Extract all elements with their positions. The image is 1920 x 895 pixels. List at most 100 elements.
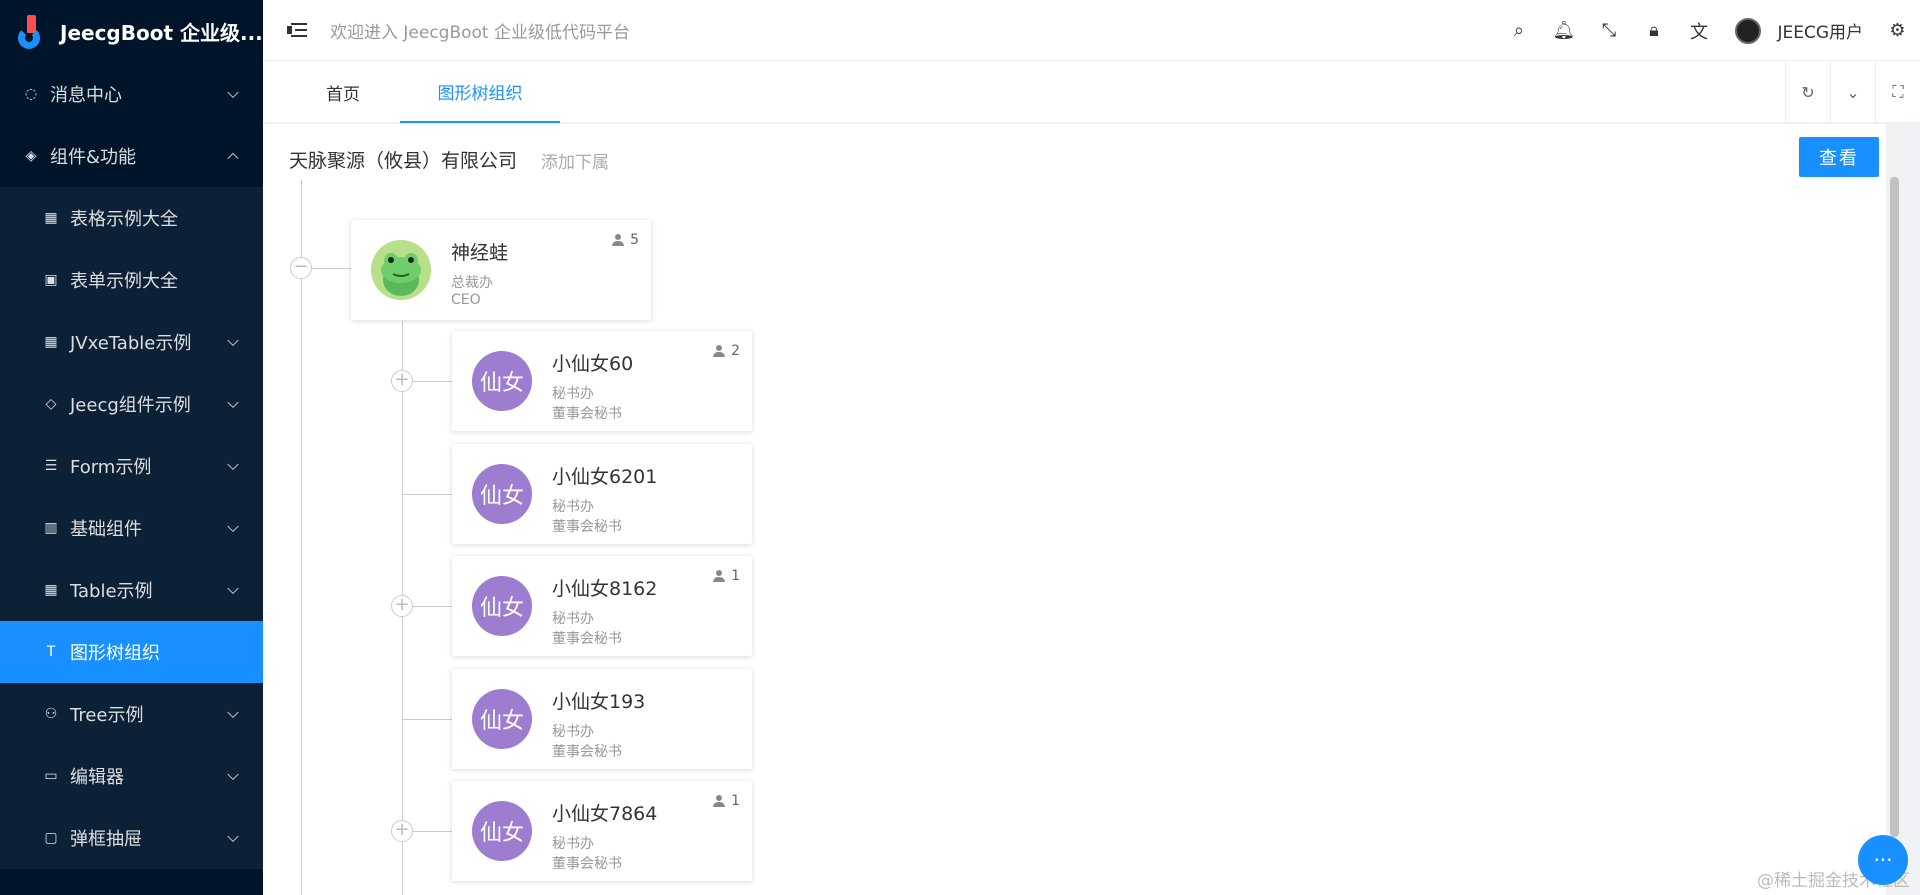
tree-line: [301, 180, 302, 895]
editor-icon: ▭: [44, 768, 58, 784]
avatar: 仙女: [472, 464, 532, 524]
chevron-down-icon[interactable]: ⌄: [1830, 61, 1875, 123]
table-icon: ▦: [44, 582, 58, 598]
expand-toggle[interactable]: +: [391, 820, 413, 842]
chat-icon[interactable]: ···: [1858, 835, 1908, 885]
sidebar-item-form-examples[interactable]: ▣ 表单示例大全: [0, 249, 263, 311]
tab-bar: 首页 图形树组织 ↻ ⌄ ⛶: [263, 61, 1920, 123]
add-subordinate-link[interactable]: 添加下属: [541, 148, 609, 173]
card-post: 董事会秘书: [552, 406, 622, 422]
reload-icon[interactable]: ↻: [1785, 61, 1830, 123]
chevron-down-icon: [227, 458, 239, 471]
chevron-down-icon: [227, 830, 239, 843]
sidebar-item-components[interactable]: ◈ 组件&功能: [0, 125, 263, 187]
fullscreen-icon[interactable]: ⤡: [1586, 0, 1631, 61]
lock-icon[interactable]: 🔒︎: [1631, 0, 1676, 61]
tree-icon: ⚇: [44, 706, 58, 722]
sidebar-item-tree-demo[interactable]: ⚇ Tree示例: [0, 683, 263, 745]
chevron-down-icon: [227, 582, 239, 595]
bell-icon[interactable]: 🔔︎: [1541, 0, 1586, 61]
scrollbar-thumb[interactable]: [1890, 177, 1899, 837]
chevron-down-icon: [227, 768, 239, 781]
card-dept: 秘书办: [552, 499, 594, 515]
logo[interactable]: JeecgBoot 企业级...: [0, 0, 263, 63]
user-icon: [713, 795, 726, 807]
chevron-down-icon: [227, 334, 239, 347]
gear-icon[interactable]: ⚙: [1875, 0, 1920, 61]
org-card[interactable]: 仙女 小仙女8162 秘书办 董事会秘书 1: [452, 556, 752, 656]
text-icon: T: [46, 644, 56, 660]
card-post: 董事会秘书: [552, 744, 622, 760]
user-icon: [612, 234, 625, 246]
card-dept: 总裁办: [451, 275, 493, 291]
org-card[interactable]: 仙女 小仙女7864 秘书办 董事会秘书 1: [452, 781, 752, 881]
user-icon: [713, 345, 726, 357]
expand-toggle[interactable]: +: [391, 370, 413, 392]
subordinate-count: 1: [713, 793, 740, 809]
chevron-down-icon: [227, 86, 239, 99]
expand-icon[interactable]: ⛶: [1875, 61, 1920, 123]
org-tree-panel: 天脉聚源（攸县）有限公司 添加下属 查看 − + + + 神经蛙 总裁办 CEO…: [263, 124, 1903, 895]
user-avatar[interactable]: [1735, 17, 1762, 44]
laptop-icon: ▢: [44, 830, 58, 846]
tab-tools: ↻ ⌄ ⛶: [1785, 61, 1920, 123]
subordinate-count: 1: [713, 568, 740, 584]
org-card[interactable]: 仙女 小仙女6201 秘书办 董事会秘书: [452, 444, 752, 544]
sidebar-item-label: 组件&功能: [50, 147, 137, 168]
sidebar-item-basic-components[interactable]: ▥ 基础组件: [0, 497, 263, 559]
card-name: 小仙女193: [552, 691, 646, 713]
columns-icon: ▥: [44, 520, 58, 536]
sidebar-item-editor[interactable]: ▭ 编辑器: [0, 745, 263, 807]
sidebar-item-jvxetable[interactable]: ▦ JVxeTable示例: [0, 311, 263, 373]
avatar: 仙女: [472, 351, 532, 411]
sidebar-item-label: 图形树组织: [70, 643, 160, 664]
card-name: 小仙女8162: [552, 578, 658, 600]
vertical-scrollbar[interactable]: [1886, 124, 1903, 895]
user-icon: [713, 570, 726, 582]
sidebar-item-label: Form示例: [70, 457, 152, 478]
org-card[interactable]: 仙女 小仙女60 秘书办 董事会秘书 2: [452, 331, 752, 431]
view-button[interactable]: 查看: [1799, 137, 1879, 177]
form-list-icon: ☰: [44, 458, 58, 474]
sidebar-item-org-tree[interactable]: T 图形树组织: [0, 621, 263, 683]
subordinate-count: 5: [612, 232, 639, 248]
sidebar-item-label: 弹框抽屉: [70, 829, 142, 850]
tree-line: [402, 719, 452, 720]
username[interactable]: JEECG用户: [1777, 18, 1863, 43]
expand-toggle[interactable]: +: [391, 595, 413, 617]
sidebar-item-table-demo[interactable]: ▦ Table示例: [0, 559, 263, 621]
sidebar-item-label: 编辑器: [70, 767, 124, 788]
org-card[interactable]: 仙女 小仙女193 秘书办 董事会秘书: [452, 669, 752, 769]
tab-org-tree[interactable]: 图形树组织: [400, 61, 560, 123]
sidebar-item-message-center[interactable]: ◌ 消息中心: [0, 63, 263, 125]
app-title: JeecgBoot 企业级...: [60, 21, 263, 45]
card-dept: 秘书办: [552, 724, 594, 740]
search-icon[interactable]: ⌕: [1496, 0, 1541, 61]
sidebar-item-table-examples[interactable]: ▦ 表格示例大全: [0, 187, 263, 249]
translate-icon[interactable]: 文: [1676, 0, 1721, 61]
subordinate-count: 2: [713, 343, 740, 359]
sidebar-item-form-demo[interactable]: ☰ Form示例: [0, 435, 263, 497]
frog-avatar: [371, 240, 431, 300]
tab-home[interactable]: 首页: [293, 61, 393, 123]
welcome-text: 欢迎进入 JeecgBoot 企业级低代码平台: [330, 22, 631, 43]
layers-icon: ◈: [25, 148, 37, 164]
card-post: CEO: [451, 292, 481, 308]
sidebar-item-label: 表单示例大全: [70, 271, 178, 292]
card-dept: 秘书办: [552, 836, 594, 852]
sidebar-item-label: JVxeTable示例: [70, 333, 192, 354]
org-card-root[interactable]: 神经蛙 总裁办 CEO 5: [351, 220, 651, 320]
avatar: 仙女: [472, 801, 532, 861]
menu-fold-icon[interactable]: [287, 22, 307, 38]
count-value: 5: [630, 232, 639, 248]
avatar: 仙女: [472, 576, 532, 636]
sidebar-item-modal-drawer[interactable]: ▢ 弹框抽屉: [0, 807, 263, 869]
avatar: 仙女: [472, 689, 532, 749]
jeecg-logo-icon: [18, 14, 44, 49]
collapse-toggle[interactable]: −: [290, 257, 312, 279]
sidebar-item-jeecg-components[interactable]: ◇ Jeecg组件示例: [0, 373, 263, 435]
sidebar-item-label: Tree示例: [70, 705, 144, 726]
sidebar-item-label: 表格示例大全: [70, 209, 178, 230]
chevron-down-icon: [227, 396, 239, 409]
sidebar-item-label: 消息中心: [50, 85, 122, 106]
